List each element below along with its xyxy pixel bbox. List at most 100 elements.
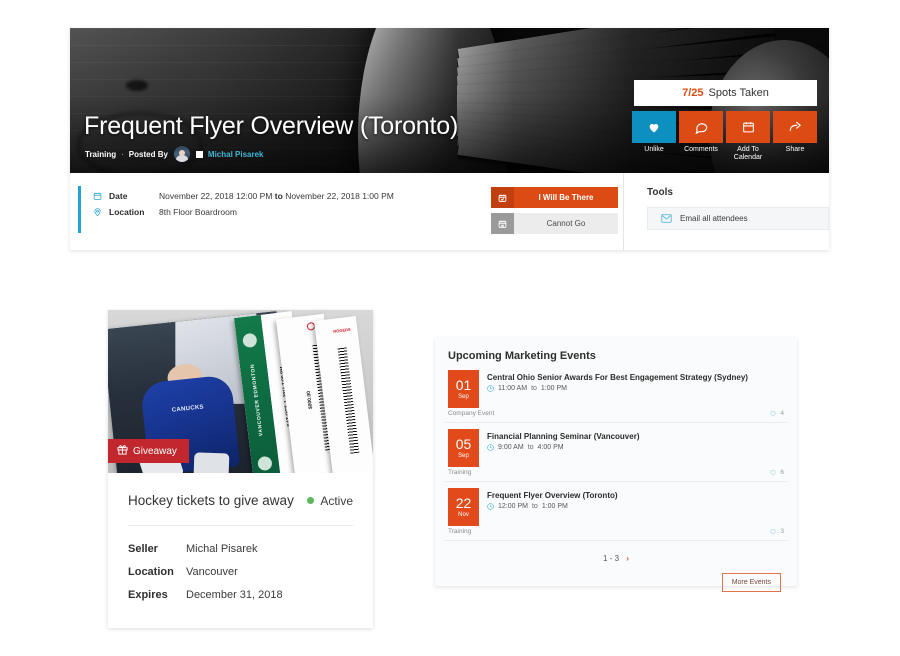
event-like-count: 6 (780, 469, 784, 476)
spots-taken-badge: 7/25 Spots Taken (634, 80, 817, 106)
meta-separator: · (121, 149, 124, 159)
date-joiner: to (274, 191, 283, 201)
giveaway-header: Hockey tickets to give away Active (128, 493, 353, 526)
event-time: 9:00 AM to 4:00 PM (487, 444, 639, 451)
i-will-be-there-label: I Will Be There (538, 193, 594, 202)
event-name[interactable]: Financial Planning Seminar (Vancouver) (487, 431, 639, 442)
heart-filled-icon (632, 111, 676, 143)
page-root: Frequent Flyer Overview (Toronto) Traini… (0, 0, 900, 656)
event-likes[interactable]: 4 (769, 410, 784, 417)
field-value: Michal Pisarek (186, 543, 258, 555)
calendar-check-icon (490, 187, 514, 208)
clock-icon (487, 385, 494, 392)
panel-title: Upcoming Marketing Events (448, 350, 596, 362)
event-name[interactable]: Central Ohio Senior Awards For Best Enga… (487, 372, 748, 383)
giveaway-image: 27 VANCOUVER EDMONTON SAT OCT. 1, 2011 7… (108, 310, 373, 473)
ticket-brand: ROGERS (333, 326, 351, 334)
giveaway-badge: Giveaway (108, 439, 189, 463)
tools-heading: Tools (647, 187, 673, 198)
event-likes[interactable]: 3 (769, 528, 784, 535)
list-item: Location Vancouver (128, 566, 353, 578)
spots-label: Spots Taken (708, 87, 769, 99)
comment-icon (679, 111, 723, 143)
tools-panel: Tools Email all attendees (623, 173, 829, 250)
date-value: November 22, 2018 12:00 PM to November 2… (159, 191, 394, 201)
event-category: Company Event (448, 410, 495, 417)
event-likes[interactable]: 6 (769, 469, 784, 476)
event-like-count: 4 (780, 410, 784, 417)
avatar (173, 146, 190, 162)
event-time-start: 12:00 PM (498, 503, 528, 510)
event-day: 01 (455, 376, 472, 393)
chevron-right-icon[interactable]: › (626, 554, 629, 563)
add-to-calendar-button[interactable]: Add To Calendar (726, 111, 770, 162)
event-month: Sep (458, 393, 469, 400)
ticket-teams: VANCOUVER EDMONTON (250, 363, 265, 437)
share-arrow-icon (773, 111, 817, 143)
status-badge: Active (307, 494, 353, 508)
share-button[interactable]: Share (773, 111, 817, 162)
event-title: Frequent Flyer Overview (Toronto) (84, 112, 459, 140)
field-value: Vancouver (186, 566, 238, 578)
field-value: December 31, 2018 (186, 589, 283, 601)
list-item: Expires December 31, 2018 (128, 589, 353, 601)
event-list-item[interactable]: 01 Sep Central Ohio Senior Awards For Be… (445, 366, 787, 423)
email-all-attendees-label: Email all attendees (680, 214, 748, 223)
calendar-icon (726, 111, 770, 143)
posted-by-label: Posted By (128, 149, 168, 159)
location-row: Location 8th Floor Boardroom (92, 207, 491, 217)
clock-icon (487, 444, 494, 451)
event-category: Training (448, 528, 472, 535)
add-to-calendar-label: Add To Calendar (733, 146, 763, 161)
event-meta: Training · Posted By Michal Pisarek (85, 146, 264, 162)
event-time-end: 1:00 PM (541, 503, 568, 510)
i-will-be-there-button[interactable]: I Will Be There (490, 187, 618, 208)
event-month: Sep (458, 452, 469, 459)
ticket-price: $000.00 (305, 390, 315, 410)
clock-icon (487, 503, 494, 510)
cannot-go-button[interactable]: Cannot Go (490, 213, 618, 234)
location-label: Location (109, 207, 145, 217)
presence-indicator-icon (195, 150, 203, 158)
field-key: Expires (128, 589, 168, 601)
location-pin-icon (92, 207, 103, 217)
event-name[interactable]: Frequent Flyer Overview (Toronto) (487, 490, 618, 501)
giveaway-badge-label: Giveaway (133, 445, 177, 457)
event-time-start: 11:00 AM (498, 385, 528, 392)
event-time: 11:00 AM to 1:00 PM (487, 385, 748, 392)
event-list-item[interactable]: 22 Nov Frequent Flyer Overview (Toronto)… (445, 484, 787, 541)
heart-outline-icon (769, 410, 777, 417)
comments-label: Comments (684, 146, 718, 153)
event-time-joiner: to (531, 503, 538, 510)
status-dot-icon (307, 497, 315, 504)
date-row: Date November 22, 2018 12:00 PM to Novem… (92, 191, 491, 201)
unlike-button[interactable]: Unlike (632, 111, 676, 162)
date-label: Date (109, 191, 128, 201)
calendar-cross-icon (490, 213, 514, 234)
gift-icon (117, 444, 128, 458)
event-time-start: 9:00 AM (498, 444, 524, 451)
accent-bar (78, 186, 81, 233)
event-category: Training (448, 469, 472, 476)
calendar-icon (92, 191, 103, 201)
giveaway-title: Hockey tickets to give away (128, 493, 294, 508)
event-time-joiner: to (527, 444, 534, 451)
event-hero: Frequent Flyer Overview (Toronto) Traini… (70, 28, 829, 173)
email-all-attendees-button[interactable]: Email all attendees (647, 207, 829, 230)
field-key: Location (128, 566, 174, 578)
giveaway-card[interactable]: 27 VANCOUVER EDMONTON SAT OCT. 1, 2011 7… (108, 310, 373, 628)
more-events-button[interactable]: More Events (721, 573, 781, 592)
comments-button[interactable]: Comments (679, 111, 723, 162)
event-day: 22 (455, 494, 472, 511)
date-end: November 22, 2018 1:00 PM (285, 191, 394, 201)
event-list-item[interactable]: 05 Sep Financial Planning Seminar (Vanco… (445, 425, 787, 482)
event-like-count: 3 (780, 528, 784, 535)
heart-outline-icon (769, 528, 777, 535)
status-label: Active (320, 493, 353, 508)
pagination-range: 1 - 3 (603, 554, 620, 563)
event-day: 05 (455, 435, 472, 452)
author-link[interactable]: Michal Pisarek (208, 150, 264, 159)
giveaway-fields: Seller Michal Pisarek Location Vancouver… (128, 526, 353, 601)
event-time-end: 4:00 PM (537, 444, 564, 451)
share-label: Share (785, 146, 805, 153)
